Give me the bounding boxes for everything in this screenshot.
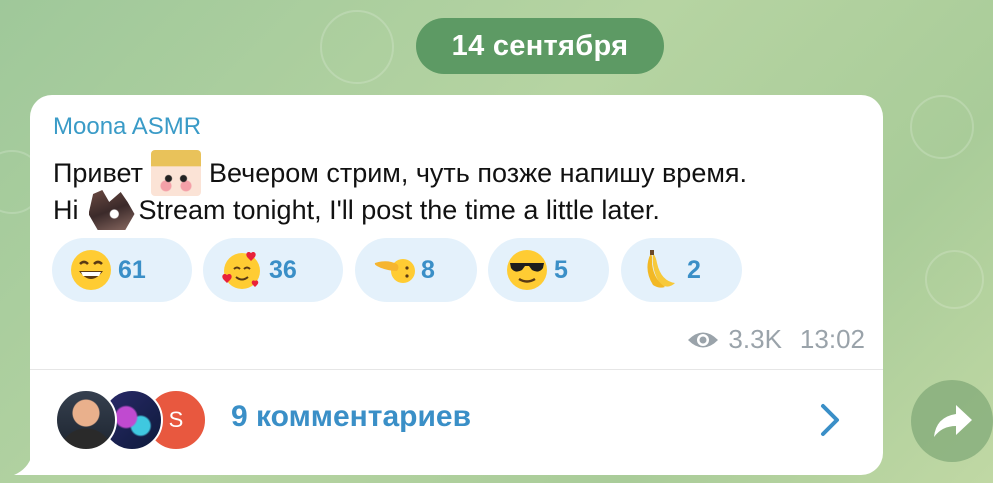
chevron-right-icon[interactable] [816, 400, 844, 440]
background-doodle [910, 95, 974, 159]
reactions-bar: 61 36 8 5 2 [52, 238, 752, 302]
message-text: Вечером стрим, чуть позже напишу время. [209, 157, 748, 188]
wolf-sticker [88, 190, 135, 230]
reaction-banana[interactable]: 2 [621, 238, 742, 302]
author-name[interactable]: Moona ASMR [53, 113, 201, 141]
view-count: 3.3K [728, 324, 782, 354]
eye-icon [688, 332, 719, 347]
background-doodle [320, 10, 394, 84]
commenter-avatars[interactable]: S [55, 389, 207, 453]
reaction-count: 36 [269, 255, 297, 284]
message-text: Hi [53, 194, 79, 225]
share-button[interactable] [911, 380, 993, 462]
message-text: Stream tonight, I'll post the time a lit… [138, 194, 660, 225]
avatar [55, 389, 117, 451]
divider [30, 369, 883, 370]
message-line-2: Hi Stream tonight, I'll post the time a … [53, 190, 660, 230]
reaction-count: 61 [118, 255, 146, 284]
pointing-hand-emoji [374, 259, 415, 283]
sunglasses-face-emoji [507, 250, 547, 290]
banana-emoji [647, 250, 675, 288]
grinning-face-emoji [71, 250, 111, 290]
message-text: Привет [53, 157, 144, 188]
background-doodle [925, 250, 984, 309]
avatar-letter: S [168, 407, 184, 432]
reaction-hearts[interactable]: 36 [203, 238, 343, 302]
message-time: 13:02 [799, 324, 865, 354]
comments-link[interactable]: 9 комментариев [231, 400, 471, 434]
date-header: 14 сентября [416, 18, 664, 74]
reaction-count: 2 [687, 255, 701, 284]
message-meta: 3.3K 13:02 [686, 324, 865, 355]
share-arrow-icon [934, 405, 972, 437]
smiling-face-with-hearts-emoji [222, 251, 260, 289]
reaction-grinning[interactable]: 61 [52, 238, 192, 302]
reaction-pointing[interactable]: 8 [355, 238, 477, 302]
reaction-sunglasses[interactable]: 5 [488, 238, 609, 302]
reaction-count: 5 [554, 255, 568, 284]
reaction-count: 8 [421, 255, 435, 284]
